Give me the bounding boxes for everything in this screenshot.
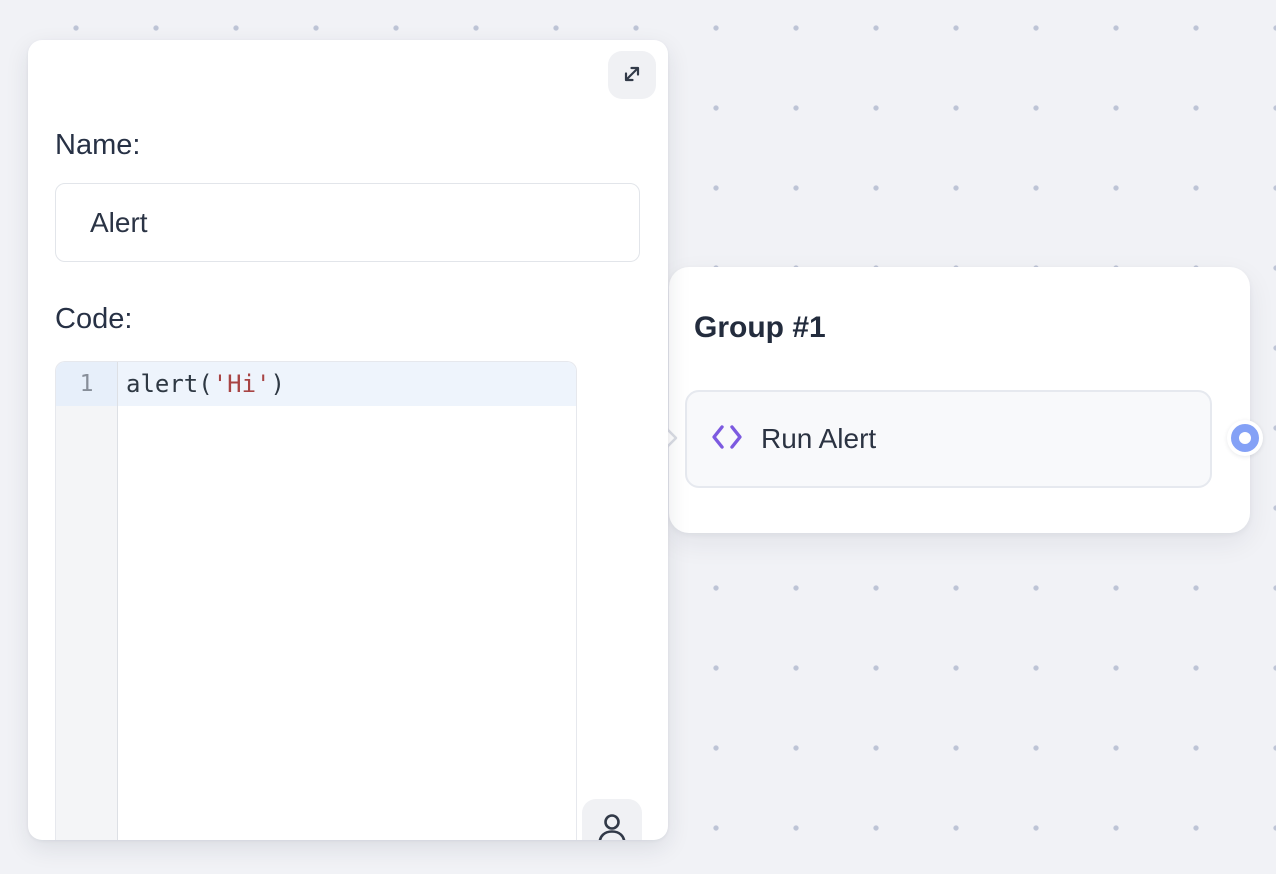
run-alert-node[interactable]: Run Alert [685, 390, 1212, 488]
editor-code-area: alert('Hi') [118, 362, 576, 840]
output-handle[interactable] [1231, 424, 1259, 452]
code-token: ) [271, 370, 285, 398]
user-button[interactable] [582, 799, 642, 840]
name-input[interactable] [55, 183, 640, 262]
code-label: Code: [55, 302, 132, 336]
editor-gutter: 1 [56, 362, 118, 840]
node-properties-panel: Name: Code: 1 alert('Hi') [28, 40, 668, 840]
group-title: Group #1 [694, 311, 826, 345]
code-line: alert('Hi') [118, 362, 576, 406]
user-icon [596, 799, 628, 840]
code-icon [709, 419, 745, 460]
expand-button[interactable] [608, 51, 656, 99]
code-token-string: 'Hi' [213, 370, 271, 398]
workflow-canvas[interactable]: Group #1 Run Alert [0, 0, 1276, 874]
line-number: 1 [56, 362, 117, 406]
expand-icon [619, 61, 645, 90]
code-editor[interactable]: 1 alert('Hi') [55, 361, 577, 840]
node-label: Run Alert [761, 423, 876, 455]
name-label: Name: [55, 128, 140, 162]
code-token: alert( [126, 370, 213, 398]
group-node[interactable]: Group #1 Run Alert [669, 267, 1250, 533]
